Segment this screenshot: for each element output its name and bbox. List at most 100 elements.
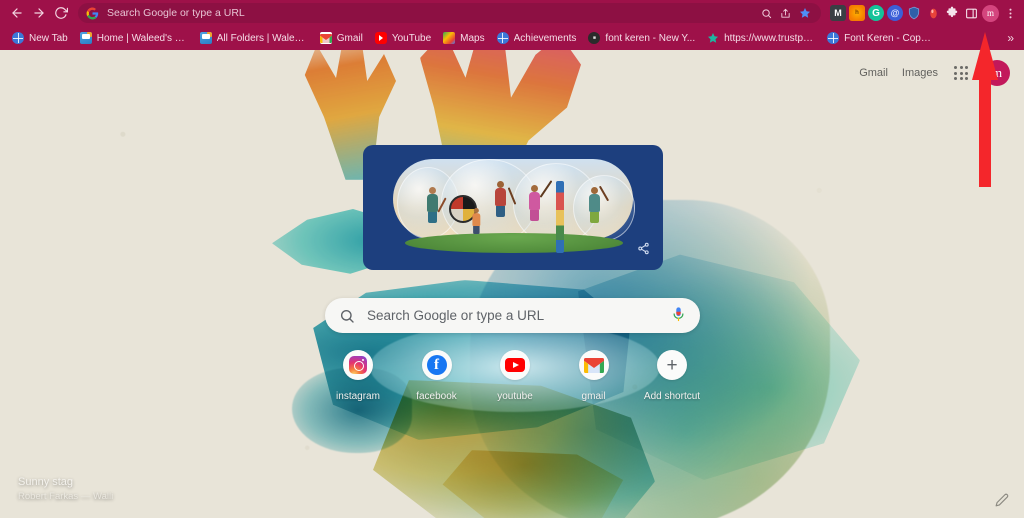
shortcut-instagram[interactable]: instagram: [325, 350, 391, 402]
bookmark-star-icon[interactable]: [796, 5, 813, 22]
globe-icon: [12, 32, 24, 44]
ext-grammarly-icon[interactable]: G: [868, 5, 884, 21]
attribution-title: Sunny stag: [18, 476, 74, 488]
customize-page-pencil-icon[interactable]: [992, 490, 1012, 510]
google-header-links: Gmail Images m: [859, 60, 1010, 86]
bookmark-gmail[interactable]: Gmail: [314, 29, 369, 48]
bookmark-font-keren-new-y[interactable]: ■ font keren - New Y...: [582, 29, 701, 48]
bookmark-home-waleed[interactable]: Home | Waleed's W...: [74, 29, 194, 48]
ext-email-icon[interactable]: @: [887, 5, 903, 21]
bookmark-label: New Tab: [29, 32, 68, 44]
instagram-icon: [349, 356, 367, 374]
new-tab-search-placeholder: Search Google or type a URL: [367, 308, 545, 323]
bookmark-label: https://www.trustpil...: [724, 32, 816, 44]
globe-icon: [827, 32, 840, 44]
shortcut-facebook[interactable]: f facebook: [404, 350, 470, 402]
background-image-sunny-stag: [0, 50, 1024, 518]
address-bar-text: Search Google or type a URL: [107, 7, 245, 19]
bookmark-achievements[interactable]: Achievements: [491, 29, 583, 48]
microphone-icon[interactable]: [671, 306, 686, 325]
reload-button[interactable]: [50, 2, 72, 24]
bookmark-label: Achievements: [513, 32, 577, 44]
shortcut-tiles: instagram f facebook youtube gmail + Add…: [325, 350, 705, 402]
gmail-link[interactable]: Gmail: [859, 67, 888, 79]
bookmark-trustpilot[interactable]: https://www.trustpil...: [701, 29, 821, 48]
doodle-totem-pole: [556, 181, 564, 253]
search-icon: [339, 308, 355, 324]
bookmark-label: Gmail: [336, 32, 363, 44]
doodle-figure: [527, 185, 541, 221]
new-tab-search-box[interactable]: Search Google or type a URL: [325, 298, 700, 333]
bookmark-label: All Folders | Waleed...: [216, 32, 308, 44]
folder-icon: [199, 32, 212, 44]
shortcut-label: facebook: [416, 391, 457, 402]
youtube-icon: [374, 32, 387, 44]
images-link[interactable]: Images: [902, 67, 938, 79]
youtube-icon: [505, 358, 525, 372]
doodle-scene: [363, 145, 663, 270]
shortcut-youtube[interactable]: youtube: [482, 350, 548, 402]
shortcut-label: Add shortcut: [643, 391, 701, 402]
shortcut-label: youtube: [497, 391, 533, 402]
browser-toolbar: Search Google or type a URL M h G @ m: [0, 0, 1024, 26]
chrome-menu-icon[interactable]: [1002, 4, 1018, 22]
gmail-icon: [319, 32, 332, 44]
bookmark-youtube[interactable]: YouTube: [369, 29, 437, 48]
doodle-figure-child: [471, 208, 481, 234]
dark-circle-icon: ■: [588, 32, 601, 44]
bookmark-font-keren-copas[interactable]: Font Keren - Copas...: [821, 29, 941, 48]
doodle-share-icon[interactable]: [635, 240, 651, 256]
bookmarks-bar: New Tab Home | Waleed's W... All Folders…: [0, 26, 1024, 50]
share-icon[interactable]: [777, 5, 794, 22]
shortcut-add[interactable]: + Add shortcut: [639, 350, 705, 402]
new-tab-page: Gmail Images m Search Google or type a U…: [0, 50, 1024, 518]
bookmark-label: Font Keren - Copas...: [844, 32, 936, 44]
shortcut-label: instagram: [336, 391, 380, 402]
bookmark-maps[interactable]: Maps: [437, 29, 490, 48]
doodle-figure: [587, 187, 601, 223]
search-icon[interactable]: [758, 5, 775, 22]
bookmarks-overflow-icon[interactable]: »: [1007, 31, 1018, 45]
browser-chrome: Search Google or type a URL M h G @ m Ne…: [0, 0, 1024, 50]
omnibox-actions: [758, 5, 813, 22]
shortcut-tile: [578, 350, 609, 380]
gmail-icon: [583, 357, 604, 373]
ext-gmail-icon[interactable]: M: [830, 5, 846, 21]
forward-button[interactable]: [28, 2, 50, 24]
folder-icon: [79, 32, 92, 44]
maps-icon: [443, 32, 456, 44]
bookmark-label: Maps: [460, 32, 485, 44]
google-apps-grid-icon[interactable]: [952, 64, 970, 82]
shortcut-gmail[interactable]: gmail: [561, 350, 627, 402]
google-favicon: [86, 7, 99, 20]
google-account-avatar[interactable]: m: [984, 60, 1010, 86]
attribution-credit: Robert Farkas — Walli: [18, 491, 114, 502]
ext-adblock-icon[interactable]: [925, 5, 941, 21]
facebook-icon: f: [426, 355, 447, 375]
bookmark-label: font keren - New Y...: [605, 32, 696, 44]
bookmark-label: YouTube: [391, 32, 432, 44]
bookmark-all-folders[interactable]: All Folders | Waleed...: [194, 29, 314, 48]
shortcut-tile: [343, 350, 373, 380]
ext-honey-icon[interactable]: h: [849, 5, 865, 21]
star-icon: [707, 32, 719, 44]
ext-shield-icon[interactable]: [906, 5, 922, 21]
bookmark-label: Home | Waleed's W...: [96, 32, 188, 44]
doodle-figure: [493, 181, 507, 217]
doodle-grass: [405, 233, 623, 253]
profile-avatar[interactable]: m: [982, 4, 999, 22]
doodle-bubble: [573, 175, 635, 241]
address-bar[interactable]: Search Google or type a URL: [78, 3, 821, 23]
shortcut-label: gmail: [581, 391, 606, 402]
bookmark-new-tab[interactable]: New Tab: [6, 29, 74, 48]
doodle-figure: [425, 187, 439, 223]
shortcut-tile: [500, 350, 530, 380]
extensions-bar: M h G @ m: [825, 4, 1018, 22]
ext-side-panel-icon[interactable]: [963, 5, 979, 21]
google-doodle[interactable]: [363, 145, 663, 270]
back-button[interactable]: [6, 2, 28, 24]
background-attribution: Sunny stag Robert Farkas — Walli: [18, 476, 113, 502]
ext-puzzle-icon[interactable]: [944, 5, 960, 21]
plus-icon: +: [666, 354, 678, 376]
shortcut-tile: f: [421, 350, 452, 380]
